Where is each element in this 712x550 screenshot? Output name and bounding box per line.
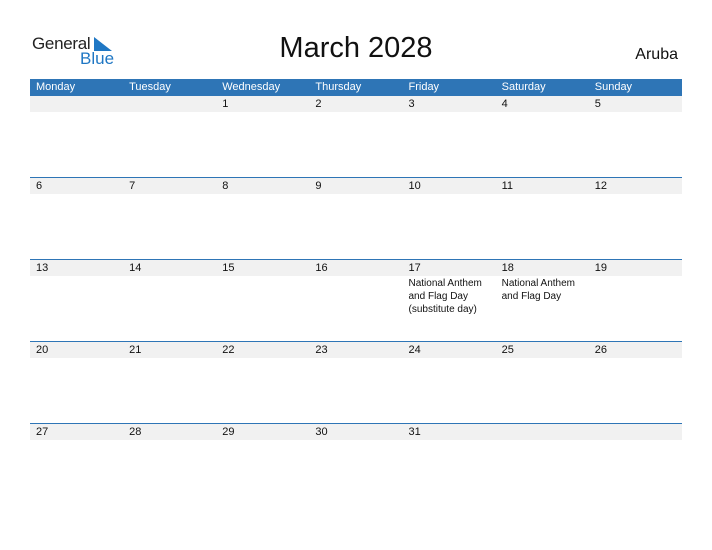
week-row: 6 7 8 9 10 11 12 [30, 177, 682, 259]
day-event [30, 112, 123, 113]
day-event [403, 358, 496, 359]
day-number: 30 [315, 426, 328, 438]
day-number: 24 [408, 344, 421, 356]
day-event [216, 358, 309, 359]
day-event [216, 440, 309, 441]
day-event [403, 194, 496, 195]
day-number: 29 [222, 426, 235, 438]
day-number: 31 [408, 426, 421, 438]
day-number: 9 [315, 180, 322, 192]
day-number: 23 [315, 344, 328, 356]
day-event [216, 112, 309, 113]
day-event [309, 194, 402, 195]
day-number: 5 [594, 98, 601, 110]
day-event [123, 194, 216, 195]
day-event [123, 440, 216, 441]
day-number: 16 [315, 262, 328, 274]
day-number: 26 [594, 344, 607, 356]
day-number: 3 [408, 98, 415, 110]
day-event [216, 276, 309, 316]
day-number [123, 96, 216, 112]
day-event [403, 440, 496, 441]
day-event [589, 358, 682, 359]
day-event [30, 276, 123, 316]
day-number: 28 [129, 426, 142, 438]
page-title: March 2028 [279, 32, 433, 64]
day-number: 13 [36, 262, 49, 274]
weekday-saturday: Saturday [501, 81, 546, 93]
day-event [309, 440, 402, 441]
day-number [589, 424, 682, 440]
day-number: 8 [222, 180, 229, 192]
day-event [589, 276, 682, 316]
day-event [496, 440, 589, 441]
day-event [496, 112, 589, 113]
day-event: National Anthem and Flag Day (substitute… [408, 278, 482, 315]
day-event [123, 112, 216, 113]
weekday-thursday: Thursday [315, 81, 362, 93]
day-number: 21 [129, 344, 142, 356]
day-event [309, 358, 402, 359]
day-event [496, 358, 589, 359]
day-number [496, 424, 589, 440]
day-event [30, 440, 123, 441]
country-label: Aruba [635, 46, 678, 63]
weekday-monday: Monday [36, 81, 76, 93]
day-event [309, 112, 402, 113]
day-event [30, 194, 123, 195]
weekday-header: Monday Tuesday Wednesday Thursday Friday… [30, 79, 682, 96]
day-number: 2 [315, 98, 322, 110]
week-row: 20 21 22 23 24 25 26 [30, 341, 682, 423]
weekday-sunday: Sunday [594, 81, 633, 93]
day-number: 20 [36, 344, 49, 356]
day-number: 6 [36, 180, 43, 192]
day-number: 7 [129, 180, 136, 192]
day-number: 15 [222, 262, 235, 274]
day-number [30, 96, 123, 112]
day-event [123, 358, 216, 359]
weekday-tuesday: Tuesday [129, 81, 171, 93]
calendar-grid: Monday Tuesday Wednesday Thursday Friday… [30, 79, 682, 505]
day-event [309, 276, 402, 316]
day-event [589, 112, 682, 113]
day-event [216, 194, 309, 195]
weekday-friday: Friday [408, 81, 440, 93]
day-event: National Anthem and Flag Day [501, 278, 576, 302]
day-event [30, 358, 123, 359]
day-number: 10 [408, 180, 421, 192]
week-row: 1 2 3 4 5 [30, 96, 682, 177]
day-number: 12 [594, 180, 607, 192]
day-event [123, 276, 216, 316]
day-event [403, 112, 496, 113]
day-number: 18 [501, 262, 514, 274]
day-number: 22 [222, 344, 235, 356]
day-event [496, 194, 589, 195]
day-event [589, 194, 682, 195]
day-number: 11 [501, 180, 514, 192]
week-row: 27 28 29 30 31 [30, 423, 682, 505]
day-event [589, 440, 682, 441]
day-number: 4 [501, 98, 508, 110]
week-row: 13 14 15 16 17 18 19 National Anthem and Flag D… [30, 259, 682, 341]
day-number: 27 [36, 426, 49, 438]
day-number: 19 [594, 262, 607, 274]
day-number: 1 [222, 98, 229, 110]
day-number: 17 [408, 262, 421, 274]
day-number: 25 [501, 344, 514, 356]
day-number: 14 [129, 262, 142, 274]
weekday-wednesday: Wednesday [222, 81, 281, 93]
